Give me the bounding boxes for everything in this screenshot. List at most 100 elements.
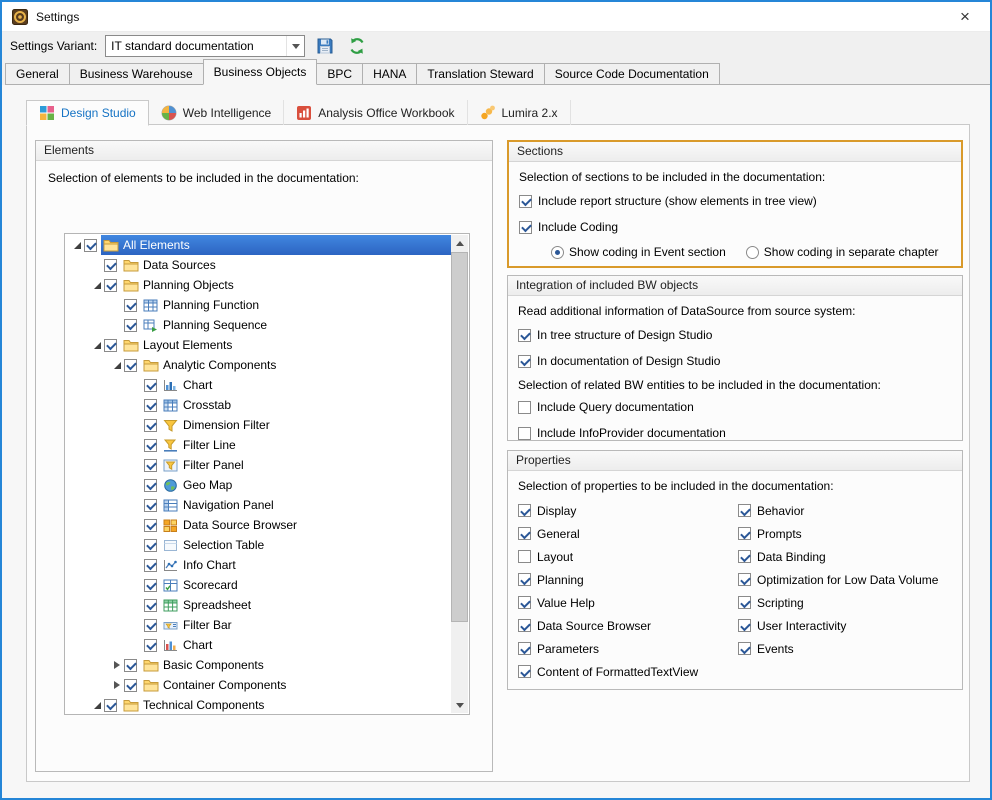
tree-scrollbar[interactable] <box>451 235 468 713</box>
checkbox[interactable] <box>144 419 157 432</box>
checkbox-row-layout[interactable]: Layout <box>508 545 698 568</box>
checkbox[interactable] <box>518 355 531 368</box>
scrollbar-thumb[interactable] <box>451 252 468 622</box>
checkbox-row-parameters[interactable]: Parameters <box>508 637 698 660</box>
radio-button[interactable] <box>551 246 564 259</box>
tree-item-spreadsheet[interactable]: Spreadsheet <box>66 595 451 615</box>
checkbox[interactable] <box>738 619 751 632</box>
checkbox[interactable] <box>124 679 137 692</box>
checkbox-row-events[interactable]: Events <box>728 637 938 660</box>
tree-item-all-elements[interactable]: All Elements <box>66 235 451 255</box>
checkbox-row-include-coding[interactable]: Include Coding <box>509 214 961 240</box>
checkbox[interactable] <box>144 599 157 612</box>
checkbox[interactable] <box>518 504 531 517</box>
checkbox[interactable] <box>738 504 751 517</box>
main-tab-business-warehouse[interactable]: Business Warehouse <box>69 63 204 85</box>
checkbox[interactable] <box>738 527 751 540</box>
save-button[interactable] <box>313 34 337 58</box>
checkbox[interactable] <box>519 195 532 208</box>
checkbox-row-in-tree-structure-of-design-studio[interactable]: In tree structure of Design Studio <box>508 322 962 348</box>
checkbox[interactable] <box>104 259 117 272</box>
tree-item-info-chart[interactable]: Info Chart <box>66 555 451 575</box>
tree-item-geo-map[interactable]: Geo Map <box>66 475 451 495</box>
checkbox-row-user-interactivity[interactable]: User Interactivity <box>728 614 938 637</box>
tree-item-data-sources[interactable]: Data Sources <box>66 255 451 275</box>
checkbox[interactable] <box>518 665 531 678</box>
tree-item-crosstab[interactable]: Crosstab <box>66 395 451 415</box>
sub-tab-design-studio[interactable]: Design Studio <box>26 100 149 126</box>
checkbox[interactable] <box>104 339 117 352</box>
checkbox-row-prompts[interactable]: Prompts <box>728 522 938 545</box>
checkbox[interactable] <box>124 359 137 372</box>
main-tab-hana[interactable]: HANA <box>362 63 417 85</box>
checkbox-row-include-report-structure-show-elements-in-tree-view[interactable]: Include report structure (show elements … <box>509 188 961 214</box>
checkbox-row-scripting[interactable]: Scripting <box>728 591 938 614</box>
checkbox-row-planning[interactable]: Planning <box>508 568 698 591</box>
tree-item-filter-panel[interactable]: Filter Panel <box>66 455 451 475</box>
collapse-arrow-icon[interactable] <box>110 358 124 372</box>
scroll-up-arrow-icon[interactable] <box>451 235 468 251</box>
checkbox[interactable] <box>144 499 157 512</box>
tree-item-data-source-browser[interactable]: Data Source Browser <box>66 515 451 535</box>
refresh-button[interactable] <box>345 34 369 58</box>
tree-item-basic-components[interactable]: Basic Components <box>66 655 451 675</box>
main-tab-business-objects[interactable]: Business Objects <box>203 59 318 85</box>
tree-item-selection-table[interactable]: Selection Table <box>66 535 451 555</box>
checkbox[interactable] <box>104 279 117 292</box>
checkbox[interactable] <box>144 459 157 472</box>
tree-item-navigation-panel[interactable]: Navigation Panel <box>66 495 451 515</box>
close-button[interactable]: × <box>950 4 980 30</box>
tree-item-chart[interactable]: Chart <box>66 635 451 655</box>
checkbox-row-display[interactable]: Display <box>508 499 698 522</box>
collapse-arrow-icon[interactable] <box>90 338 104 352</box>
collapse-arrow-icon[interactable] <box>70 238 84 252</box>
checkbox[interactable] <box>144 579 157 592</box>
checkbox[interactable] <box>738 596 751 609</box>
checkbox[interactable] <box>144 619 157 632</box>
checkbox[interactable] <box>144 539 157 552</box>
tree-item-planning-function[interactable]: Planning Function <box>66 295 451 315</box>
checkbox[interactable] <box>124 659 137 672</box>
checkbox-row-include-query-documentation[interactable]: Include Query documentation <box>508 394 962 420</box>
checkbox[interactable] <box>519 221 532 234</box>
checkbox-row-data-binding[interactable]: Data Binding <box>728 545 938 568</box>
checkbox[interactable] <box>124 319 137 332</box>
tree-item-layout-elements[interactable]: Layout Elements <box>66 335 451 355</box>
tree-item-scorecard[interactable]: Scorecard <box>66 575 451 595</box>
main-tab-bpc[interactable]: BPC <box>316 63 363 85</box>
tree-item-filter-line[interactable]: Filter Line <box>66 435 451 455</box>
checkbox[interactable] <box>144 479 157 492</box>
tree-item-planning-objects[interactable]: Planning Objects <box>66 275 451 295</box>
checkbox[interactable] <box>518 573 531 586</box>
radio-option-show-coding-in-separate-chapter[interactable]: Show coding in separate chapter <box>746 245 939 259</box>
tree-item-planning-sequence[interactable]: Planning Sequence <box>66 315 451 335</box>
checkbox[interactable] <box>518 427 531 440</box>
radio-button[interactable] <box>746 246 759 259</box>
sub-tab-lumira-2-x[interactable]: Lumira 2.x <box>468 100 571 125</box>
tree-item-technical-components[interactable]: Technical Components <box>66 695 451 713</box>
checkbox[interactable] <box>144 639 157 652</box>
checkbox-row-data-source-browser[interactable]: Data Source Browser <box>508 614 698 637</box>
checkbox[interactable] <box>104 699 117 712</box>
tree-item-container-components[interactable]: Container Components <box>66 675 451 695</box>
expand-arrow-icon[interactable] <box>110 678 124 692</box>
checkbox[interactable] <box>144 399 157 412</box>
checkbox[interactable] <box>144 559 157 572</box>
expand-arrow-icon[interactable] <box>110 658 124 672</box>
checkbox[interactable] <box>518 596 531 609</box>
main-tab-general[interactable]: General <box>5 63 70 85</box>
radio-option-show-coding-in-event-section[interactable]: Show coding in Event section <box>551 245 726 259</box>
checkbox[interactable] <box>144 379 157 392</box>
checkbox[interactable] <box>518 550 531 563</box>
checkbox[interactable] <box>518 329 531 342</box>
main-tab-source-code-documentation[interactable]: Source Code Documentation <box>544 63 720 85</box>
tree-item-analytic-components[interactable]: Analytic Components <box>66 355 451 375</box>
chevron-down-icon[interactable] <box>286 36 304 56</box>
checkbox-row-include-infoprovider-documentation[interactable]: Include InfoProvider documentation <box>508 420 962 446</box>
checkbox[interactable] <box>84 239 97 252</box>
tree-item-dimension-filter[interactable]: Dimension Filter <box>66 415 451 435</box>
collapse-arrow-icon[interactable] <box>90 278 104 292</box>
variant-combobox[interactable]: IT standard documentation <box>105 35 305 57</box>
checkbox-row-in-documentation-of-design-studio[interactable]: In documentation of Design Studio <box>508 348 962 374</box>
checkbox[interactable] <box>144 439 157 452</box>
